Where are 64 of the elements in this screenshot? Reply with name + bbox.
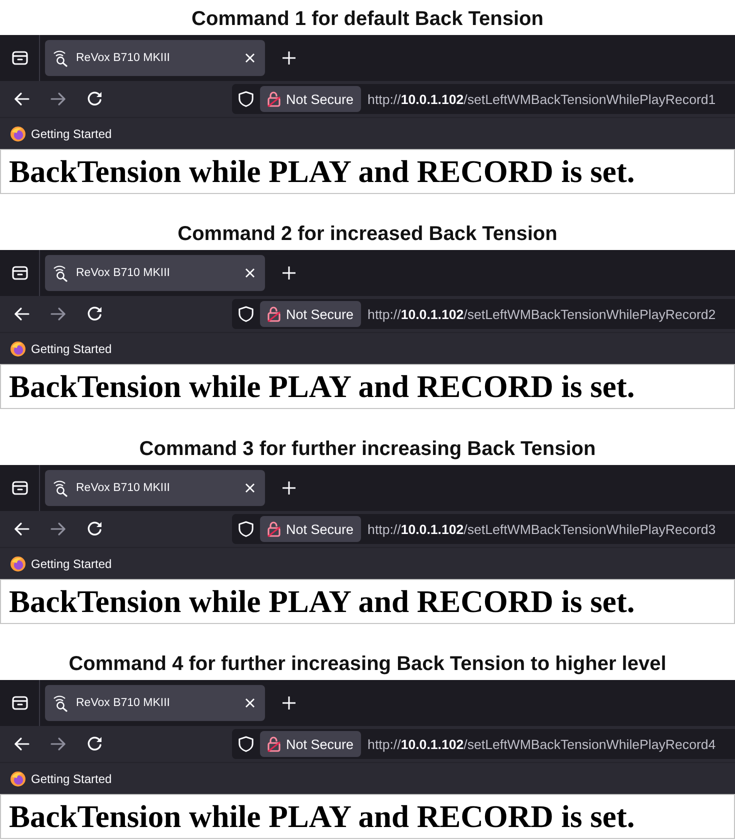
panel-caption: Command 3 for further increasing Back Tension <box>139 437 596 461</box>
back-arrow-icon[interactable] <box>14 92 30 106</box>
url-text: http://10.0.1.102/setLeftWMBackTensionWhilePlayRecord1 <box>368 92 716 106</box>
page-text: BackTension while PLAY and RECORD is set. <box>0 149 735 194</box>
reload-icon[interactable] <box>87 736 103 752</box>
url-text: http://10.0.1.102/setLeftWMBackTensionWhilePlayRecord4 <box>368 736 716 752</box>
reload-icon[interactable] <box>87 91 103 107</box>
drawer-icon[interactable] <box>12 50 28 66</box>
address-bar[interactable]: Not Secure http://10.0.1.102/setLeftWMBackTensionWhilePlayRecord3 <box>232 514 735 544</box>
magnifier-icon <box>53 49 68 67</box>
close-icon[interactable] <box>245 268 255 278</box>
browser-tab[interactable]: ReVox B710 MKIII <box>45 255 265 291</box>
magnifier-icon <box>53 264 68 282</box>
reload-icon[interactable] <box>87 306 103 322</box>
plus-icon[interactable] <box>282 266 296 280</box>
security-indicator[interactable]: Not Secure <box>260 731 361 757</box>
browser-tab[interactable]: ReVox B710 MKIII <box>45 470 265 506</box>
panel-caption: Command 1 for default Back Tension <box>192 7 544 31</box>
magnifier-icon <box>53 694 68 712</box>
globe-icon <box>10 556 26 572</box>
bookmark-item[interactable]: Getting Started <box>10 340 112 356</box>
drawer-icon[interactable] <box>12 695 28 711</box>
url-text: http://10.0.1.102/setLeftWMBackTensionWhilePlayRecord2 <box>368 306 716 322</box>
url-text: http://10.0.1.102/setLeftWMBackTensionWhilePlayRecord3 <box>368 522 716 536</box>
drawer-icon[interactable] <box>12 265 28 281</box>
globe-icon <box>10 340 26 356</box>
security-indicator[interactable]: Not Secure <box>260 86 361 112</box>
address-bar[interactable]: Not Secure http://10.0.1.102/setLeftWMBackTensionWhilePlayRecord2 <box>232 299 735 329</box>
back-arrow-icon[interactable] <box>14 307 30 321</box>
address-bar[interactable]: Not Secure http://10.0.1.102/setLeftWMBackTensionWhilePlayRecord4 <box>232 729 735 759</box>
reload-icon[interactable] <box>87 521 103 537</box>
bookmark-item[interactable]: Getting Started <box>10 126 112 142</box>
panel-caption: Command 4 for further increasing Back Tension to higher level <box>68 652 666 676</box>
close-icon[interactable] <box>245 483 255 493</box>
crossed-lock-icon <box>267 521 281 537</box>
crossed-lock-icon <box>267 306 281 322</box>
bookmark-item[interactable]: Getting Started <box>10 770 112 786</box>
close-icon[interactable] <box>245 698 255 708</box>
crossed-lock-icon <box>267 736 281 752</box>
security-indicator[interactable]: Not Secure <box>260 516 361 542</box>
globe-icon <box>10 126 26 142</box>
magnifier-icon <box>53 479 68 497</box>
crossed-lock-icon <box>267 91 281 107</box>
browser-tab[interactable]: ReVox B710 MKIII <box>45 685 265 721</box>
panel-caption: Command 2 for increased Back Tension <box>178 222 558 246</box>
back-arrow-icon[interactable] <box>14 522 30 536</box>
plus-icon[interactable] <box>282 696 296 710</box>
back-arrow-icon[interactable] <box>14 737 30 751</box>
globe-icon <box>10 770 26 786</box>
address-bar[interactable]: Not Secure http://10.0.1.102/setLeftWMBackTensionWhilePlayRecord1 <box>232 84 735 114</box>
page-text: BackTension while PLAY and RECORD is set. <box>0 579 735 624</box>
shield-icon[interactable] <box>238 306 254 322</box>
drawer-icon[interactable] <box>12 480 28 496</box>
close-icon[interactable] <box>245 53 255 63</box>
plus-icon[interactable] <box>282 481 296 495</box>
page-text: BackTension while PLAY and RECORD is set. <box>0 794 735 839</box>
plus-icon[interactable] <box>282 51 296 65</box>
shield-icon[interactable] <box>238 91 254 107</box>
shield-icon[interactable] <box>238 736 254 752</box>
shield-icon[interactable] <box>238 521 254 537</box>
browser-tab[interactable]: ReVox B710 MKIII <box>45 40 265 76</box>
page-text: BackTension while PLAY and RECORD is set. <box>0 364 735 409</box>
bookmark-item[interactable]: Getting Started <box>10 556 112 572</box>
security-indicator[interactable]: Not Secure <box>260 301 361 327</box>
